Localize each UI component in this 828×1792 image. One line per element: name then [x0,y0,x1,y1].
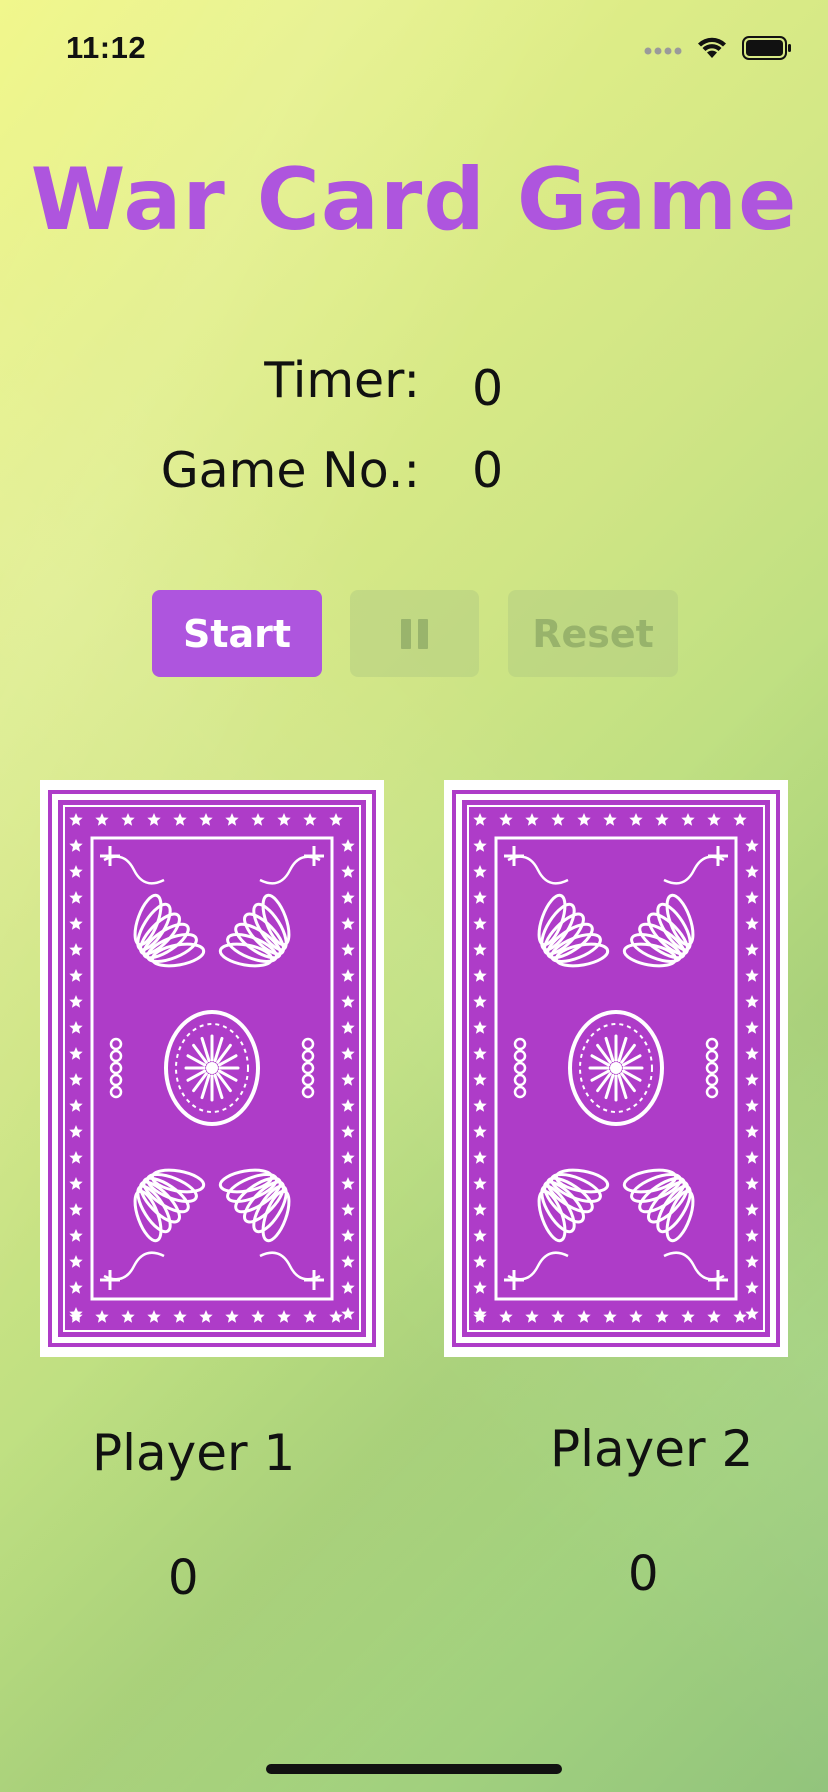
game-number-label: Game No.: [160,442,420,499]
home-indicator [266,1764,562,1774]
game-number-value: 0 [472,442,504,499]
status-time: 11:12 [66,30,147,65]
battery-icon [742,36,792,64]
player-1-score: 0 [168,1550,199,1606]
pause-icon [401,618,428,649]
game-title: War Card Game [30,150,798,250]
card-back-icon [48,790,376,1347]
reset-button[interactable]: Reset [508,590,678,677]
player-2-card [444,780,788,1357]
timer-value: 0 [472,360,504,417]
player-1-label: Player 1 [92,1424,296,1482]
signal-dots-icon [644,41,682,60]
player-1-card [40,780,384,1357]
card-back-icon [452,790,780,1347]
start-button[interactable]: Start [152,590,322,677]
status-bar: 11:12 [0,0,828,100]
wifi-icon [696,36,728,64]
pause-button[interactable] [350,590,479,677]
player-2-label: Player 2 [550,1420,754,1478]
player-2-score: 0 [628,1546,659,1602]
status-icons [644,36,792,64]
timer-label: Timer: [264,352,420,409]
